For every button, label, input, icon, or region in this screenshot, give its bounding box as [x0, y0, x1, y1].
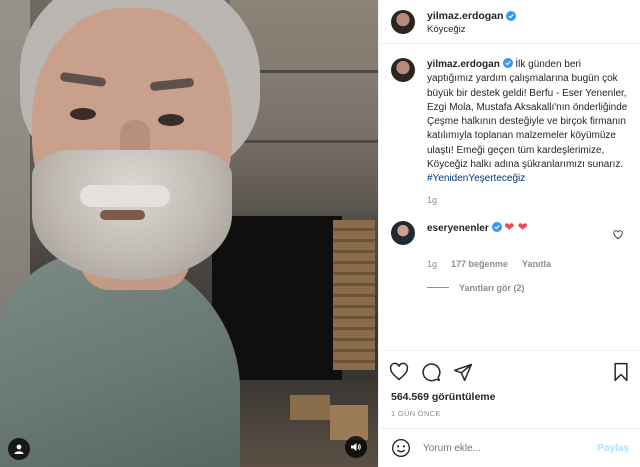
bookmark-icon — [614, 362, 628, 382]
person-eye — [158, 114, 184, 126]
author-avatar[interactable] — [391, 9, 415, 34]
reply-age: 1g — [427, 258, 438, 269]
person-mouth — [100, 210, 145, 220]
background-shelf — [333, 220, 375, 370]
person-mustache — [80, 185, 170, 207]
reply-likes[interactable]: 177 beğenme — [451, 259, 508, 269]
share-icon — [453, 363, 473, 382]
like-button[interactable] — [389, 362, 409, 382]
background-box — [290, 395, 330, 420]
action-bar: 564.569 görüntüleme 1 GÜN ÖNCE — [379, 350, 640, 418]
post-location[interactable]: Köyceğiz — [427, 23, 516, 36]
view-replies-button[interactable]: Yanıtları gör (2) — [427, 283, 640, 293]
person-eye — [70, 108, 96, 120]
reply-author-username[interactable]: eseryenenler — [427, 223, 489, 234]
caption-text-block: yilmaz.erdogan İlk günden beri yaptığımı… — [427, 58, 629, 187]
verified-badge-icon — [502, 58, 513, 68]
comment-icon — [422, 363, 441, 382]
ceiling-beam — [230, 140, 378, 143]
verified-badge-icon — [491, 221, 502, 232]
smiley-icon — [392, 439, 410, 457]
caption-author-username[interactable]: yilmaz.erdogan — [427, 59, 500, 70]
divider-line — [427, 287, 449, 289]
comment-input[interactable] — [423, 442, 598, 454]
caption-comment: yilmaz.erdogan İlk günden beri yaptığımı… — [379, 58, 640, 187]
caption-hashtag[interactable]: #YenidenYeşerteceğiz — [427, 173, 525, 184]
sound-button[interactable] — [345, 436, 367, 458]
save-button[interactable] — [611, 362, 631, 382]
view-count[interactable]: 564.569 görüntüleme — [389, 391, 631, 403]
reply-meta: 1g 177 beğenme Yanıtla — [427, 259, 640, 269]
caption-author-avatar[interactable] — [391, 58, 415, 82]
user-tag-button[interactable] — [8, 438, 30, 460]
reply-text-block: eseryenenler ❤ ❤ — [427, 219, 528, 245]
post-comment-button[interactable]: Paylaş — [597, 443, 629, 454]
share-button[interactable] — [453, 362, 473, 382]
emoji-button[interactable] — [391, 438, 411, 458]
reply-like-button[interactable] — [613, 227, 623, 245]
view-replies-label[interactable]: Yanıtları gör (2) — [459, 283, 525, 293]
post-media[interactable] — [0, 0, 378, 467]
heart-icon — [389, 362, 409, 381]
comments-section: yilmaz.erdogan İlk günden beri yaptığımı… — [379, 58, 640, 293]
verified-badge-icon — [506, 11, 517, 21]
background-box — [330, 405, 368, 440]
reply-comment: eseryenenler ❤ ❤ — [379, 219, 640, 245]
post-date: 1 GÜN ÖNCE — [391, 409, 441, 418]
reply-author-avatar[interactable] — [391, 220, 415, 245]
sound-icon — [351, 443, 361, 451]
reply-hearts: ❤ ❤ — [504, 219, 528, 234]
caption-age: 1g — [427, 194, 438, 205]
post-sidebar: yilmaz.erdogan Köyceğiz yilmaz.erdogan İ… — [378, 0, 640, 467]
user-tag-icon — [14, 444, 24, 454]
author-username-text[interactable]: yilmaz.erdogan — [427, 10, 503, 23]
caption-text: İlk günden beri yaptığımız yardım çalışm… — [427, 59, 628, 171]
reply-button[interactable]: Yanıtla — [522, 259, 551, 269]
comment-button[interactable] — [421, 362, 441, 382]
post-header: yilmaz.erdogan Köyceğiz — [379, 0, 640, 44]
comment-form: Paylaş — [379, 428, 640, 467]
heart-icon — [613, 229, 623, 239]
author-username[interactable]: yilmaz.erdogan — [427, 10, 517, 23]
